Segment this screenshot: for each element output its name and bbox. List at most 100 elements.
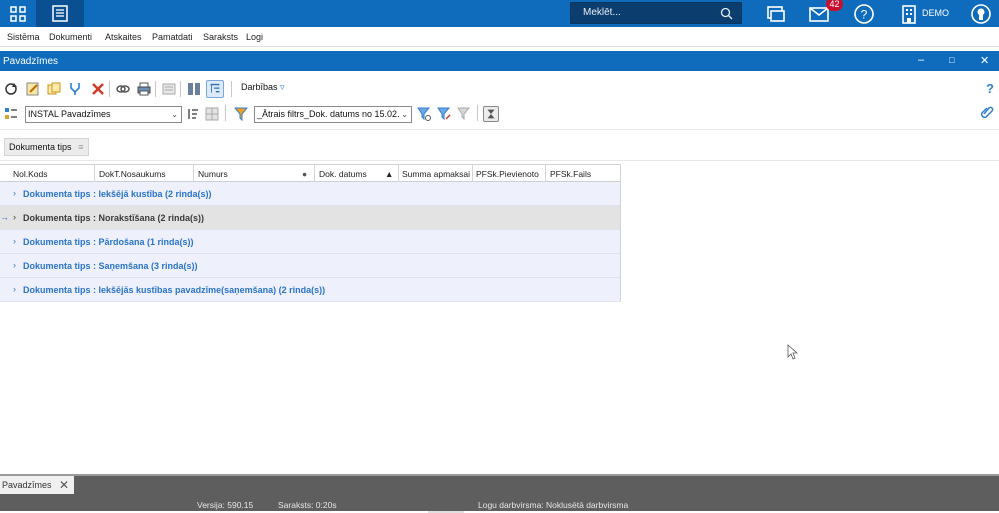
workspace-label: Logu darbvirsma: Noklusētā darbvirsma [478,500,629,510]
search-icon[interactable] [720,7,733,20]
layout-select[interactable]: INSTAL Pavadzīmes ⌄ [25,106,182,123]
status-bar: Pavadzīmes ✕ Versija: 590.15 Saraksts: 0… [0,474,999,513]
chevron-right-icon[interactable]: › [13,260,16,270]
column-header-numurs[interactable]: Numurs [198,169,228,179]
grid-settings-icon[interactable] [205,107,219,121]
delete-icon[interactable] [91,82,105,96]
documents-icon[interactable] [36,0,84,27]
menu-sistema[interactable]: Sistēma [7,32,40,42]
toolbar-separator [109,81,110,97]
help-question-icon[interactable]: ? [983,81,997,95]
maximize-button[interactable]: □ [949,55,954,65]
group-row[interactable]: › Dokumenta tips : Pārdošana (1 rinda(s)… [0,230,621,254]
group-row-label: Dokumenta tips : Iekšējās kustības pavad… [23,285,326,295]
chevron-right-icon[interactable]: › [13,188,16,198]
filter-settings-icon[interactable] [417,107,431,121]
toolbar-separator [477,105,478,121]
window-tab-label: Pavadzīmes [2,480,52,490]
svg-text:?: ? [861,8,868,22]
group-row-label: Dokumenta tips : Pārdošana (1 rinda(s)) [23,237,194,247]
version-label: Versija: 590.15 [197,500,254,510]
chevron-right-icon[interactable]: › [13,212,16,222]
company-name[interactable]: DEMO [922,8,949,18]
chevron-right-icon[interactable]: › [13,284,16,294]
toolbar-separator [155,81,156,97]
refresh-icon[interactable] [4,82,18,96]
filter-edit-icon[interactable] [437,107,451,121]
layout-icon[interactable] [4,107,18,121]
svg-text:?: ? [986,81,994,95]
toolbar-separator [231,81,232,97]
chevron-right-icon[interactable]: › [13,236,16,246]
link-icon[interactable] [116,82,130,96]
hourglass-icon[interactable] [483,106,499,122]
sort-icon[interactable] [186,107,200,121]
column-header-dok-datums[interactable]: Dok. datums [319,169,367,179]
toolbar-filters: INSTAL Pavadzīmes ⌄ _Ātrais filtrs_Dok. … [0,101,999,125]
row-pointer-icon: → [0,212,9,222]
filter-select[interactable]: _Ātrais filtrs_Dok. datums no 15.02. ⌄ [254,106,412,123]
column-divider [398,165,399,182]
search-input[interactable]: Meklēt... [570,2,742,24]
group-row-label: Dokumenta tips : Saņemšana (3 rinda(s)) [23,261,198,271]
edit-icon[interactable] [26,82,40,96]
menu-pamatdati[interactable]: Pamatdati [152,32,193,42]
menu-dokumenti[interactable]: Dokumenti [49,32,92,42]
filter-select-value: _Ātrais filtrs_Dok. datums no 15.02. [257,109,400,119]
building-icon[interactable] [898,3,920,25]
merge-icon[interactable] [68,82,82,96]
list-time-label: Saraksts: 0:20s [278,500,337,510]
filter-clear-icon[interactable] [457,107,471,121]
group-row[interactable]: → › Dokumenta tips : Norakstīšana (2 rin… [0,206,621,230]
attachment-icon[interactable] [980,105,994,119]
chevron-down-icon: ▿ [280,82,285,92]
sort-lines-icon: ≡ [78,142,84,152]
minimize-button[interactable]: – [918,54,924,66]
actions-menu-button[interactable]: Darbības ▿ [241,82,285,93]
data-grid: Nol.Kods DokT.Nosaukums Numurs ● Dok. da… [0,164,621,302]
top-bar: Meklēt... 42 ? DEMO [0,0,999,27]
grid-right-border [620,164,621,301]
mouse-cursor-icon [787,344,798,360]
menu-logi[interactable]: Logi [246,32,263,42]
column-divider [193,165,194,182]
column-divider [545,165,546,182]
filter-icon[interactable] [234,107,248,121]
sort-ascending-icon: ▲ [385,169,394,179]
help-icon[interactable]: ? [853,3,875,25]
export-icon[interactable] [162,82,176,96]
sort-circle-icon: ● [302,169,308,179]
chevron-down-icon: ⌄ [171,110,178,119]
print-icon[interactable] [137,82,151,96]
menu-atskaites[interactable]: Atskaites [105,32,142,42]
column-header-nol-kods[interactable]: Nol.Kods [13,169,48,179]
copy-icon[interactable] [47,82,61,96]
group-row[interactable]: › Dokumenta tips : Iekšējās kustības pav… [0,278,621,302]
layout-select-value: INSTAL Pavadzīmes [28,109,111,119]
column-divider [314,165,315,182]
user-icon[interactable] [970,3,992,25]
column-header-pfsk-pievienoto[interactable]: PFSk.Pievienoto [476,169,542,179]
columns-icon[interactable] [187,82,201,96]
grid-header: Nol.Kods DokT.Nosaukums Numurs ● Dok. da… [0,164,621,182]
windows-icon[interactable] [765,3,787,25]
apps-grid-icon[interactable] [0,0,36,27]
group-row[interactable]: › Dokumenta tips : Iekšējā kustība (2 ri… [0,182,621,206]
column-header-summa-apmaksai[interactable]: Summa apmaksai [402,169,470,179]
toolbar-actions [0,73,999,101]
menu-saraksts[interactable]: Saraksts [203,32,238,42]
group-chip-label: Dokumenta tips [9,142,72,152]
search-placeholder: Meklēt... [583,7,621,18]
group-chip-dokumenta-tips[interactable]: Dokumenta tips ≡ [4,138,89,156]
tree-view-icon[interactable] [206,80,224,98]
window-tab-pavadzimes[interactable]: Pavadzīmes ✕ [0,476,74,494]
column-header-pfsk-fails[interactable]: PFSk.Fails [550,169,591,179]
window-title: Pavadzīmes [3,56,59,67]
column-header-dokt-nosaukums[interactable]: DokT.Nosaukums [99,169,166,179]
close-button[interactable]: ✕ [980,54,989,67]
close-tab-icon[interactable]: ✕ [59,476,69,494]
window-title-bar: Pavadzīmes – □ ✕ [0,51,999,71]
group-row-label: Dokumenta tips : Iekšējā kustība (2 rind… [23,189,212,199]
group-by-panel: Dokumenta tips ≡ [0,129,999,161]
group-row[interactable]: › Dokumenta tips : Saņemšana (3 rinda(s)… [0,254,621,278]
